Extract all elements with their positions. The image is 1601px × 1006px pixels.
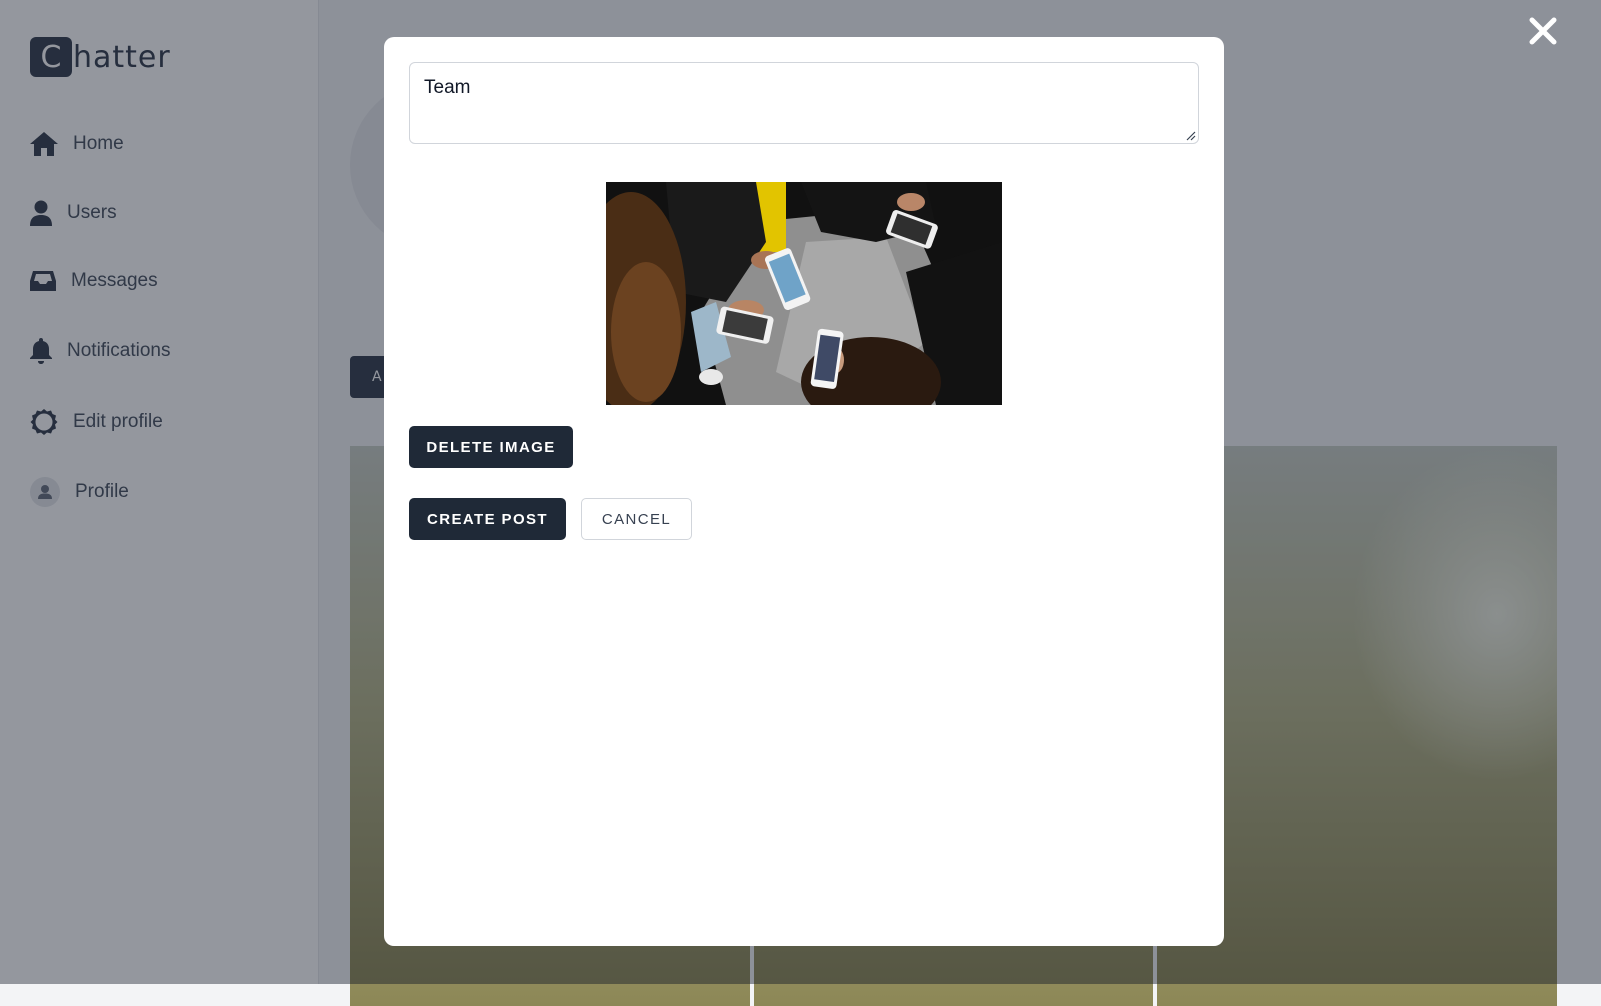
create-post-label: CREATE POST bbox=[427, 510, 548, 528]
delete-image-label: DELETE IMAGE bbox=[426, 438, 556, 456]
delete-image-button[interactable]: DELETE IMAGE bbox=[409, 426, 573, 468]
create-post-button[interactable]: CREATE POST bbox=[409, 498, 566, 540]
preview-photo bbox=[606, 182, 1002, 405]
cancel-button[interactable]: CANCEL bbox=[581, 498, 692, 540]
close-modal-button[interactable] bbox=[1524, 12, 1562, 50]
resize-grip-icon[interactable] bbox=[1185, 130, 1196, 141]
cancel-label: CANCEL bbox=[601, 510, 672, 528]
close-icon bbox=[1529, 17, 1557, 45]
image-preview bbox=[606, 182, 1002, 405]
post-text-input[interactable]: Team bbox=[409, 62, 1199, 144]
create-post-modal: Team DELETE IMAGE CREATE POST CANCEL bbox=[384, 37, 1224, 946]
